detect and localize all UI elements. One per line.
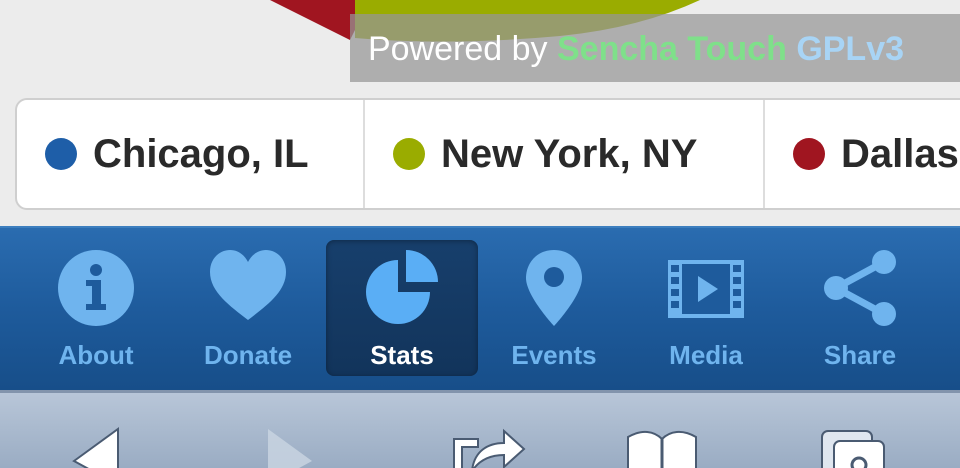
legend-label: New York, NY bbox=[441, 131, 698, 176]
tab-donate[interactable]: Donate bbox=[172, 240, 324, 376]
tab-label: About bbox=[58, 340, 134, 370]
tab-label: Donate bbox=[203, 340, 293, 370]
tab-label: Stats bbox=[370, 340, 434, 370]
legend-label: Dallas bbox=[841, 131, 959, 176]
browser-toolbar bbox=[0, 390, 960, 468]
heart-icon bbox=[210, 250, 286, 320]
powered-by-banner: Powered by Sencha Touch GPLv3 bbox=[350, 14, 960, 82]
tab-label: Events bbox=[511, 340, 597, 370]
forward-icon[interactable] bbox=[262, 425, 342, 468]
tab-about[interactable]: About bbox=[20, 240, 172, 376]
action-icon[interactable] bbox=[448, 425, 528, 468]
bookmarks-icon[interactable] bbox=[622, 425, 702, 468]
tab-label: Share bbox=[823, 340, 897, 370]
map-pin-icon bbox=[526, 250, 582, 326]
legend-dot-new-york bbox=[393, 138, 425, 170]
tab-label: Media bbox=[669, 340, 743, 370]
info-icon bbox=[58, 250, 134, 326]
pages-icon[interactable] bbox=[816, 425, 896, 468]
powered-by-license-link[interactable]: GPLv3 bbox=[796, 30, 904, 68]
legend-item-chicago[interactable]: Chicago, IL bbox=[17, 100, 365, 208]
tab-events[interactable]: Events bbox=[478, 240, 630, 376]
film-play-icon bbox=[668, 260, 744, 318]
pie-chart-icon bbox=[366, 250, 438, 324]
tab-media[interactable]: Media bbox=[630, 240, 782, 376]
back-icon[interactable] bbox=[68, 425, 148, 468]
chart-legend: Chicago, IL New York, NY Dallas bbox=[15, 98, 960, 210]
powered-by-prefix: Powered by bbox=[368, 30, 548, 68]
powered-by-brand-link[interactable]: Sencha Touch bbox=[557, 30, 787, 68]
bottom-tab-bar: About Donate Stats Events Media Share bbox=[0, 226, 960, 390]
tab-share[interactable]: Share bbox=[784, 240, 936, 376]
legend-item-new-york[interactable]: New York, NY bbox=[365, 100, 765, 208]
legend-dot-chicago bbox=[45, 138, 77, 170]
legend-label: Chicago, IL bbox=[93, 131, 309, 176]
tab-stats[interactable]: Stats bbox=[326, 240, 478, 376]
share-icon bbox=[824, 250, 896, 326]
legend-item-dallas[interactable]: Dallas bbox=[765, 100, 960, 208]
legend-dot-dallas bbox=[793, 138, 825, 170]
